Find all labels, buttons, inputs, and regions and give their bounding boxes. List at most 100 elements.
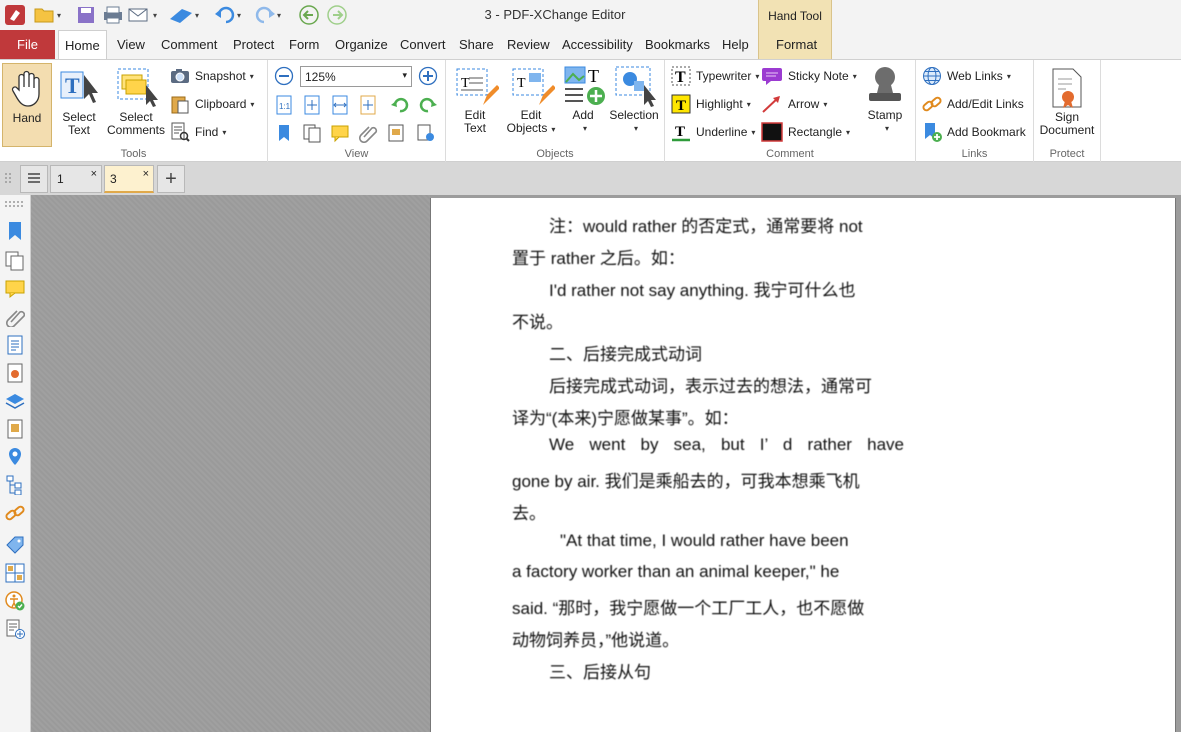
pdf-page[interactable]: 注：would rather 的否定式，通常要将 not 置于 rather 之… xyxy=(430,198,1176,732)
ribbon: Hand T Select Text Select Comments Snaps… xyxy=(0,59,1181,162)
fit-visible-icon[interactable] xyxy=(358,95,378,115)
fit-width-icon[interactable] xyxy=(330,95,350,115)
sign-document-button[interactable]: Sign Document xyxy=(1036,67,1098,137)
pages-pane-icon[interactable] xyxy=(302,123,322,143)
add-bookmark-button[interactable]: Add Bookmark xyxy=(922,121,1026,143)
edit-objects-button[interactable]: T Edit Objects ▾ xyxy=(502,65,560,136)
tag-icon[interactable] xyxy=(5,535,25,555)
snapshot-button[interactable]: Snapshot ▾ xyxy=(170,65,254,87)
tags-icon[interactable] xyxy=(5,419,25,439)
tab-organize[interactable]: Organize xyxy=(335,30,388,59)
add-edit-links-label: Add/Edit Links xyxy=(947,97,1024,111)
content-icon[interactable] xyxy=(5,335,25,355)
tab-accessibility[interactable]: Accessibility xyxy=(562,30,633,59)
edit-text-label-2: Text xyxy=(463,121,486,135)
typewriter-button[interactable]: T Typewriter ▾ xyxy=(671,65,759,87)
web-links-button[interactable]: Web Links ▾ xyxy=(922,65,1011,87)
tab-comment[interactable]: Comment xyxy=(161,30,217,59)
zoom-out-icon[interactable] xyxy=(274,66,294,86)
tab-format[interactable]: Format xyxy=(776,30,817,59)
underline-button[interactable]: T Underline ▾ xyxy=(671,121,755,143)
document-viewport[interactable]: 注：would rather 的否定式，通常要将 not 置于 rather 之… xyxy=(31,195,1181,732)
tab-review[interactable]: Review xyxy=(507,30,550,59)
page-settings-icon[interactable] xyxy=(416,123,436,143)
svg-text:T: T xyxy=(675,69,686,86)
structure-icon[interactable] xyxy=(5,475,25,496)
links-group-label: Links xyxy=(961,148,988,160)
protect-group-label: Protect xyxy=(1049,148,1085,160)
signatures-icon[interactable] xyxy=(5,363,25,383)
arrow-icon xyxy=(761,94,783,114)
clipboard-label: Clipboard xyxy=(195,97,247,111)
attachments-icon[interactable] xyxy=(5,307,26,329)
tab-form[interactable]: Form xyxy=(289,30,319,59)
layers-icon[interactable] xyxy=(5,391,25,411)
select-text-label-2: Text xyxy=(67,123,90,137)
zoom-value: 125% xyxy=(305,69,336,84)
stamp-label: Stamp xyxy=(867,108,903,122)
stamp-icon xyxy=(865,65,905,105)
text-line: "At that time, I would rather have been xyxy=(560,531,849,550)
edit-text-button[interactable]: T Edit Text xyxy=(450,65,500,135)
find-button[interactable]: Find ▾ xyxy=(170,121,226,143)
tab-help[interactable]: Help xyxy=(722,30,749,59)
view-group: 125% ▾ 1:1 View xyxy=(268,60,446,162)
clipboard-button[interactable]: Clipboard ▾ xyxy=(170,93,254,115)
comment-group-label: Comment xyxy=(766,148,814,160)
text-line: gone by air. 我们是乘船去的，可我本想乘飞机 xyxy=(512,472,860,491)
text-line: 三、后接从句 xyxy=(549,663,651,682)
add-edit-links-button[interactable]: Add/Edit Links xyxy=(922,93,1024,115)
highlight-button[interactable]: T Highlight ▾ xyxy=(671,93,751,115)
zoom-combobox[interactable]: 125% ▾ xyxy=(300,66,412,87)
tab-protect[interactable]: Protect xyxy=(233,30,274,59)
rectangle-button[interactable]: Rectangle ▾ xyxy=(761,121,850,143)
add-bookmark-icon xyxy=(922,122,942,142)
thumbnails-icon[interactable] xyxy=(5,251,25,271)
properties-pane-icon[interactable] xyxy=(386,123,406,143)
compare-icon[interactable] xyxy=(5,563,25,583)
add-button[interactable]: T Add ▾ xyxy=(560,65,606,135)
tools-group: Hand T Select Text Select Comments Snaps… xyxy=(0,60,268,162)
document-tab-1[interactable]: 1 × xyxy=(50,165,102,193)
tab-convert[interactable]: Convert xyxy=(400,30,446,59)
zoom-in-icon[interactable] xyxy=(418,66,438,86)
select-text-icon: T xyxy=(59,67,99,107)
close-icon[interactable]: × xyxy=(91,168,97,180)
destinations-icon[interactable] xyxy=(5,447,25,467)
grip-icon xyxy=(4,172,14,186)
tab-list-button[interactable] xyxy=(20,165,48,193)
arrow-label: Arrow xyxy=(788,97,820,111)
selection-button[interactable]: Selection ▾ xyxy=(606,65,662,135)
bookmarks-pane-icon[interactable] xyxy=(274,123,294,143)
document-tab-bar: 1 × 3 × + xyxy=(0,162,1181,195)
menu-icon xyxy=(27,172,41,187)
reading-order-icon[interactable] xyxy=(5,619,25,639)
tab-view[interactable]: View xyxy=(117,30,145,59)
actual-size-icon[interactable]: 1:1 xyxy=(274,95,294,115)
camera-icon xyxy=(170,66,190,86)
link-icon xyxy=(922,94,942,114)
arrow-button[interactable]: Arrow ▾ xyxy=(761,93,827,115)
rotate-right-icon[interactable] xyxy=(418,95,438,115)
select-comments-button[interactable]: Select Comments xyxy=(106,67,166,137)
file-tab[interactable]: File xyxy=(0,30,55,59)
add-icon: T xyxy=(563,65,605,105)
fit-page-icon[interactable] xyxy=(302,95,322,115)
stamp-button[interactable]: Stamp ▾ xyxy=(861,65,909,135)
bookmarks-icon[interactable] xyxy=(5,221,25,241)
hand-button[interactable]: Hand xyxy=(2,63,52,147)
comments-icon[interactable] xyxy=(5,279,25,299)
tab-share[interactable]: Share xyxy=(459,30,494,59)
select-text-button[interactable]: T Select Text xyxy=(54,67,104,137)
new-tab-button[interactable]: + xyxy=(157,165,185,193)
accessibility-check-icon[interactable] xyxy=(5,591,25,611)
attachments-pane-icon[interactable] xyxy=(358,123,378,144)
close-icon[interactable]: × xyxy=(143,168,149,180)
document-tab-3[interactable]: 3 × xyxy=(104,165,154,193)
sticky-note-button[interactable]: Sticky Note ▾ xyxy=(761,65,857,87)
rotate-left-icon[interactable] xyxy=(390,95,410,115)
comments-pane-icon[interactable] xyxy=(330,123,350,143)
links-icon[interactable] xyxy=(5,503,25,523)
tab-home[interactable]: Home xyxy=(58,30,107,60)
tab-bookmarks[interactable]: Bookmarks xyxy=(645,30,710,59)
